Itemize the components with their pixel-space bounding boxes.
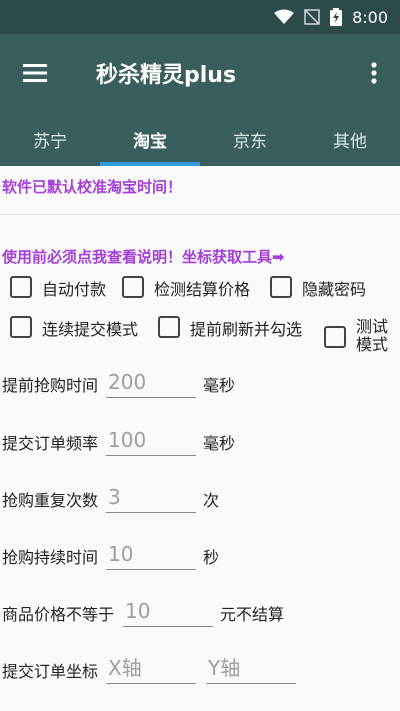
status-time: 8:00 xyxy=(352,7,388,27)
advance-time-unit: 毫秒 xyxy=(203,376,236,395)
calibration-notice: 软件已默认校准淘宝时间！ xyxy=(2,178,183,196)
more-vert-icon xyxy=(371,62,377,84)
overflow-menu-button[interactable] xyxy=(362,56,386,90)
price-check-unit: 元不结算 xyxy=(220,605,285,624)
checkbox-box xyxy=(10,276,32,298)
price-check-input[interactable] xyxy=(123,595,213,627)
checkbox-box xyxy=(10,316,32,338)
app-bar: 秒杀精灵plus xyxy=(0,34,400,112)
duration-label: 抢购持续时间 xyxy=(2,548,99,567)
price-check-label: 商品价格不等于 xyxy=(2,605,115,624)
repeat-count-unit: 次 xyxy=(203,491,220,510)
checkbox-label: 隐藏密码 xyxy=(302,280,367,299)
checkbox-box xyxy=(122,276,144,298)
pre-refresh-checkbox[interactable]: 提前刷新并勾选 xyxy=(158,316,302,340)
submit-freq-input[interactable] xyxy=(106,424,196,456)
continuous-submit-checkbox[interactable]: 连续提交模式 xyxy=(10,316,138,340)
checkbox-box xyxy=(324,326,346,348)
tab-suning[interactable]: 苏宁 xyxy=(0,112,100,166)
duration-unit: 秒 xyxy=(203,548,220,567)
auto-pay-checkbox[interactable]: 自动付款 xyxy=(10,276,106,300)
coords-label: 提交订单坐标 xyxy=(2,662,99,681)
advance-time-input[interactable] xyxy=(106,366,196,398)
help-link[interactable]: 使用前必须点我查看说明！坐标获取工具➡ xyxy=(2,246,285,267)
checkbox-label: 连续提交模式 xyxy=(42,320,139,339)
app-title: 秒杀精灵plus xyxy=(96,63,237,88)
submit-freq-label: 提交订单频率 xyxy=(2,434,99,453)
battery-charging-icon xyxy=(330,8,343,26)
hamburger-icon xyxy=(23,64,47,82)
test-mode-checkbox[interactable]: 测试模式 xyxy=(324,318,394,352)
checkbox-label: 检测结算价格 xyxy=(154,280,251,299)
y-axis-input[interactable] xyxy=(206,652,296,684)
check-price-checkbox[interactable]: 检测结算价格 xyxy=(122,276,250,300)
hide-password-checkbox[interactable]: 隐藏密码 xyxy=(270,276,366,300)
checkbox-label: 提前刷新并勾选 xyxy=(190,320,303,339)
repeat-count-input[interactable] xyxy=(106,481,196,513)
repeat-count-label: 抢购重复次数 xyxy=(2,491,99,510)
no-signal-icon xyxy=(304,9,320,25)
advance-time-label: 提前抢购时间 xyxy=(2,376,99,395)
checkbox-box xyxy=(270,276,292,298)
submit-freq-unit: 毫秒 xyxy=(203,434,236,453)
tab-taobao[interactable]: 淘宝 xyxy=(100,112,200,166)
status-bar: 8:00 xyxy=(0,0,400,34)
duration-input[interactable] xyxy=(106,538,196,570)
tab-jingdong[interactable]: 京东 xyxy=(200,112,300,166)
tab-other[interactable]: 其他 xyxy=(300,112,400,166)
checkbox-label: 自动付款 xyxy=(42,280,107,299)
checkbox-label: 测试模式 xyxy=(356,318,389,352)
wifi-icon xyxy=(274,9,295,25)
divider xyxy=(0,214,400,215)
checkbox-box xyxy=(158,316,180,338)
tab-bar: 苏宁 淘宝 京东 其他 xyxy=(0,112,400,166)
x-axis-input[interactable] xyxy=(106,652,196,684)
menu-button[interactable] xyxy=(0,34,70,112)
